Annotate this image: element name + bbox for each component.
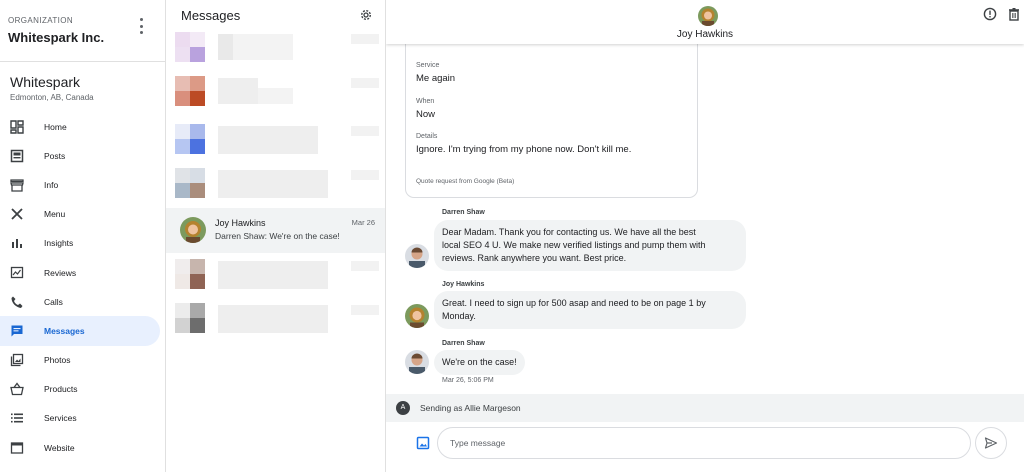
avatar: [698, 6, 718, 26]
nav-item-insights[interactable]: Insights: [0, 229, 160, 258]
nav-label-menu: Menu: [44, 209, 66, 220]
more-vert-icon[interactable]: [135, 18, 147, 34]
quote-field-label: When: [416, 98, 435, 105]
quote-source: Quote request from Google (Beta): [416, 178, 515, 185]
gear-icon[interactable]: [359, 8, 373, 22]
storefront-icon: [10, 178, 24, 192]
business-location: Edmonton, AB, Canada: [10, 93, 94, 102]
business-name: Whitespark: [10, 74, 81, 90]
left-nav: ORGANIZATION Whitespark Inc. Whitespark …: [0, 0, 166, 472]
chat-icon: [10, 324, 24, 338]
nav-label-messages: Messages: [44, 325, 85, 336]
conversation-item-pixelated[interactable]: [166, 30, 385, 74]
chat-header: Joy Hawkins: [386, 0, 1024, 44]
conversation-name: Joy Hawkins: [215, 218, 266, 228]
conversation-list-header: Messages: [166, 0, 385, 30]
business-info: Whitespark Edmonton, AB, Canada: [0, 62, 165, 106]
image-icon[interactable]: [416, 436, 430, 450]
photo-library-icon: [10, 353, 24, 367]
message-bubble: We're on the case!: [434, 350, 525, 375]
sending-as-bar: A Sending as Allie Margeson: [386, 394, 1024, 422]
nav-item-photos[interactable]: Photos: [0, 346, 160, 375]
message-line: We're on the case!: [442, 357, 517, 367]
send-icon: [984, 437, 998, 449]
nav-label-insights: Insights: [44, 238, 74, 249]
nav-label-products: Products: [44, 384, 78, 395]
nav-label-home: Home: [44, 121, 67, 132]
message-sender: Joy Hawkins: [442, 281, 485, 288]
web-icon: [10, 441, 24, 455]
nav-list: Home Posts Info Menu Insights Reviews Ca…: [0, 112, 165, 462]
nav-item-info[interactable]: Info: [0, 170, 160, 199]
message-line: Monday.: [442, 311, 476, 321]
conversation-date: Mar 26: [351, 218, 375, 227]
message-composer: [386, 422, 1024, 472]
delete-icon[interactable]: [1007, 7, 1021, 21]
sending-as-label: Sending as Allie Margeson: [420, 403, 521, 413]
list-icon: [10, 411, 24, 425]
message-line: reviews. Rank anywhere you want. Best pr…: [442, 253, 627, 263]
nav-item-menu[interactable]: Menu: [0, 200, 160, 229]
quote-field-label: Details: [416, 133, 438, 140]
dashboard-icon: [10, 119, 24, 134]
avatar: [405, 304, 429, 328]
nav-label-website: Website: [44, 442, 75, 453]
nav-item-website[interactable]: Website: [0, 433, 160, 462]
message-sender: Darren Shaw: [442, 209, 485, 216]
nav-label-services: Services: [44, 413, 77, 424]
nav-label-calls: Calls: [44, 296, 63, 307]
nav-item-messages[interactable]: Messages: [0, 316, 160, 346]
conversation-item-pixelated[interactable]: [166, 297, 385, 341]
conversation-item-joy-hawkins[interactable]: Joy Hawkins Mar 26 Darren Shaw: We're on…: [166, 208, 385, 253]
message-sender: Darren Shaw: [442, 340, 485, 347]
bar-chart-icon: [10, 236, 24, 250]
nav-item-reviews[interactable]: Reviews: [0, 258, 160, 287]
message-bubble: Dear Madam. Thank you for contacting us.…: [434, 220, 746, 271]
shopping-basket-icon: [10, 382, 24, 396]
conversation-item-pixelated[interactable]: [166, 74, 385, 118]
conversation-item-pixelated[interactable]: [166, 162, 385, 206]
message-timestamp: Mar 26, 5:06 PM: [442, 377, 494, 384]
avatar: [405, 350, 429, 374]
posts-icon: [10, 149, 24, 163]
nav-item-home[interactable]: Home: [0, 112, 160, 141]
app: ORGANIZATION Whitespark Inc. Whitespark …: [0, 0, 1024, 472]
conversation-item-pixelated[interactable]: [166, 118, 385, 162]
conversation-preview: Darren Shaw: We're on the case!: [215, 231, 340, 241]
conversation-list: Messages Joy Hawkins Mar 26 Darren Shaw:…: [166, 0, 386, 472]
nav-label-photos: Photos: [44, 355, 71, 366]
message-line: Dear Madam. Thank you for contacting us.…: [442, 227, 696, 237]
chat-panel: Joy Hawkins Service Me again When Now De…: [386, 0, 1024, 472]
message-line: Great. I need to sign up for 500 asap an…: [442, 298, 706, 308]
contact-name: Joy Hawkins: [676, 29, 734, 40]
quote-field-value: Now: [416, 109, 436, 120]
utensils-icon: [10, 207, 24, 221]
nav-label-info: Info: [44, 179, 59, 190]
nav-label-reviews: Reviews: [44, 267, 77, 278]
nav-item-services[interactable]: Services: [0, 404, 160, 433]
nav-item-posts[interactable]: Posts: [0, 141, 160, 170]
organization-header: ORGANIZATION Whitespark Inc.: [0, 0, 165, 62]
avatar: [180, 217, 206, 243]
rate-review-icon: [10, 266, 24, 280]
send-button[interactable]: [975, 427, 1007, 459]
message-line: local SEO 4 U. We make new verified list…: [442, 240, 706, 250]
quote-field-value: Ignore. I'm trying from my phone now. Do…: [416, 144, 632, 155]
quote-field-value: Me again: [416, 73, 456, 84]
quote-field-label: Service: [416, 62, 440, 69]
message-bubble: Great. I need to sign up for 500 asap an…: [434, 291, 746, 329]
conversation-list-title: Messages: [181, 7, 241, 23]
nav-item-calls[interactable]: Calls: [0, 287, 160, 316]
quote-request-card: Service Me again When Now Details Ignore…: [405, 24, 698, 198]
phone-icon: [10, 295, 24, 309]
nav-item-products[interactable]: Products: [0, 375, 160, 404]
conversation-item-pixelated[interactable]: [166, 253, 385, 297]
message-input[interactable]: [437, 427, 971, 459]
avatar: A: [396, 401, 410, 415]
nav-label-posts: Posts: [44, 150, 66, 161]
info-icon[interactable]: [983, 7, 997, 21]
avatar: [405, 244, 429, 268]
